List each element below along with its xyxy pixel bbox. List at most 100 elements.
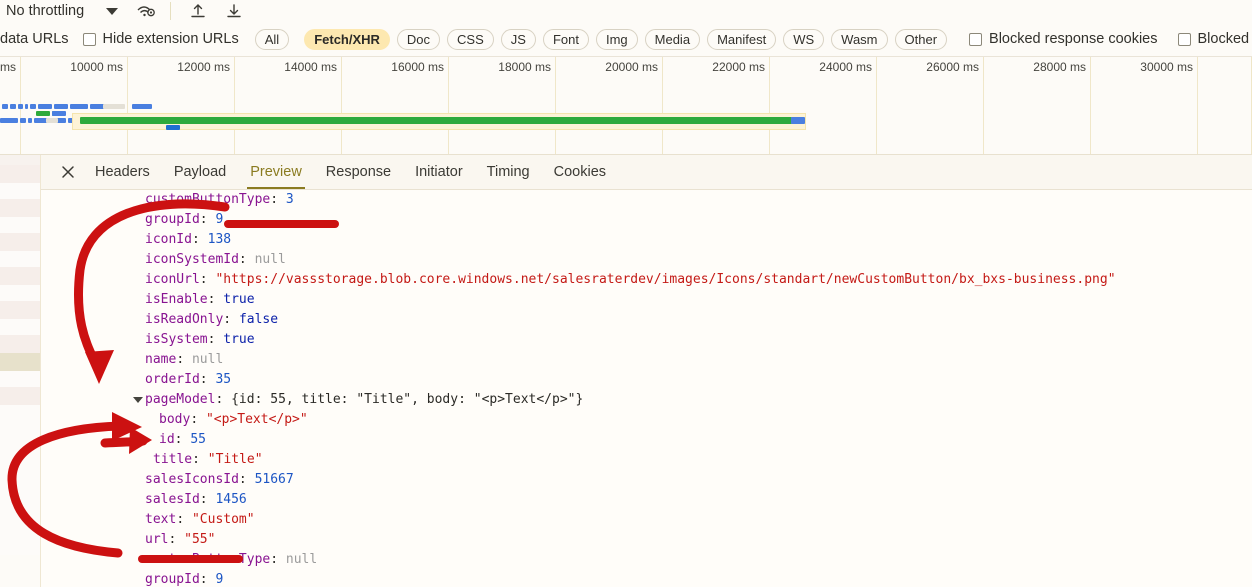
json-value: "Custom" xyxy=(191,512,255,527)
filter-pill-font[interactable]: Font xyxy=(542,28,589,50)
tab-headers[interactable]: Headers xyxy=(83,155,162,189)
checkbox-box[interactable] xyxy=(82,32,96,46)
json-property-row[interactable]: id: 55 xyxy=(41,430,1252,450)
hide-extension-urls-checkbox[interactable]: Hide extension URLs xyxy=(82,31,239,47)
chevron-down-icon[interactable] xyxy=(133,397,143,403)
tab-payload[interactable]: Payload xyxy=(162,155,238,189)
json-property-row[interactable]: name: null xyxy=(41,350,1252,370)
import-har-icon[interactable] xyxy=(189,2,207,20)
request-list-row[interactable] xyxy=(0,285,40,301)
filter-pill-css[interactable]: CSS xyxy=(447,28,494,50)
json-value: "https://vassstorage.blob.core.windows.n… xyxy=(215,272,1116,287)
timeline-tick-label: 30000 ms xyxy=(1140,60,1193,74)
json-property-row[interactable]: iconSystemId: null xyxy=(41,250,1252,270)
json-key: iconId xyxy=(145,232,192,247)
request-list-row[interactable] xyxy=(0,353,40,371)
json-property-row[interactable]: title: "Title" xyxy=(41,450,1252,470)
json-property-row[interactable]: isSystem: true xyxy=(41,330,1252,350)
json-property-row[interactable]: iconId: 138 xyxy=(41,230,1252,250)
request-list-row[interactable] xyxy=(0,371,40,387)
waterfall-gridline xyxy=(1090,81,1091,154)
filter-pill-wasm[interactable]: Wasm xyxy=(831,28,888,50)
json-property-row[interactable]: isEnable: true xyxy=(41,290,1252,310)
json-property-row[interactable]: iconUrl: "https://vassstorage.blob.core.… xyxy=(41,270,1252,290)
blocked-requests-checkbox[interactable]: Blocked requests xyxy=(1177,31,1252,47)
network-conditions-icon[interactable] xyxy=(136,3,156,19)
close-icon[interactable] xyxy=(53,165,83,179)
waterfall-request-bar xyxy=(10,104,16,109)
request-list-row[interactable] xyxy=(0,233,40,251)
json-key: groupId xyxy=(145,212,200,227)
json-property-row[interactable]: groupId: 9 xyxy=(41,210,1252,230)
waterfall-request-bar xyxy=(28,118,32,123)
request-list-row[interactable] xyxy=(0,183,40,199)
tab-initiator[interactable]: Initiator xyxy=(403,155,475,189)
json-key: title xyxy=(153,452,193,467)
filter-pill-ws[interactable]: WS xyxy=(783,28,825,50)
json-property-row[interactable]: text: "Custom" xyxy=(41,510,1252,530)
json-property-row[interactable]: orderId: 35 xyxy=(41,370,1252,390)
json-key: url xyxy=(145,532,169,547)
tab-preview[interactable]: Preview xyxy=(238,155,314,189)
chevron-down-icon[interactable] xyxy=(106,7,119,15)
timeline-ruler[interactable]: ms 10000 ms 12000 ms 14000 ms 16000 ms 18000 … xyxy=(0,57,1252,81)
timeline-tick-label: 14000 ms xyxy=(284,60,337,74)
json-colon: : xyxy=(192,452,208,467)
filter-pill-fetch-xhr[interactable]: Fetch/XHR xyxy=(304,28,390,50)
waterfall-gridline xyxy=(876,81,877,154)
network-overview-waterfall[interactable] xyxy=(0,81,1252,155)
json-key: customButtonType xyxy=(145,192,271,207)
json-property-row[interactable]: customButtonType: null xyxy=(41,550,1252,570)
json-property-row[interactable]: url: "55" xyxy=(41,530,1252,550)
tab-cookies[interactable]: Cookies xyxy=(542,155,618,189)
tab-timing[interactable]: Timing xyxy=(475,155,542,189)
waterfall-request-bar xyxy=(54,104,68,109)
waterfall-request-bar xyxy=(791,117,805,124)
request-list-row[interactable] xyxy=(0,155,40,165)
request-list-row[interactable] xyxy=(0,165,40,183)
json-value: 55 xyxy=(190,432,206,447)
request-list-row[interactable] xyxy=(0,319,40,335)
filter-pill-all[interactable]: All xyxy=(254,28,290,50)
json-property-row[interactable]: salesIconsId: 51667 xyxy=(41,470,1252,490)
json-property-row[interactable]: pageModel: {id: 55, title: "Title", body… xyxy=(41,390,1252,410)
json-colon: : xyxy=(270,192,286,207)
request-list-strip[interactable] xyxy=(0,155,41,587)
request-list-row[interactable] xyxy=(0,267,40,285)
filter-pill-img[interactable]: Img xyxy=(595,28,638,50)
json-preview-tree[interactable]: customButtonType: 3 groupId: 9 iconId: 138… xyxy=(41,190,1252,587)
tab-response[interactable]: Response xyxy=(314,155,403,189)
json-property-row[interactable]: isReadOnly: false xyxy=(41,310,1252,330)
timeline-tick: 14000 ms xyxy=(284,57,342,81)
json-property-row[interactable]: salesId: 1456 xyxy=(41,490,1252,510)
json-property-row[interactable]: body: "<p>Text</p>" xyxy=(41,410,1252,430)
timeline-tick: 18000 ms xyxy=(498,57,556,81)
devtools-network-panel: No throttling data URLs Hide extension U… xyxy=(0,0,1252,587)
request-list-row[interactable] xyxy=(0,335,40,353)
waterfall-gridline xyxy=(1197,81,1198,154)
blocked-response-cookies-checkbox[interactable]: Blocked response cookies xyxy=(969,31,1158,47)
filter-pill-media[interactable]: Media xyxy=(644,28,701,50)
checkbox-box[interactable] xyxy=(969,32,983,46)
json-value: null xyxy=(254,252,286,267)
timeline-tick: 12000 ms xyxy=(177,57,235,81)
request-list-row[interactable] xyxy=(0,199,40,217)
request-list-row[interactable] xyxy=(0,217,40,233)
request-list-row[interactable] xyxy=(0,405,40,555)
filter-pill-doc[interactable]: Doc xyxy=(396,28,441,50)
filter-pill-manifest[interactable]: Manifest xyxy=(707,28,777,50)
export-har-icon[interactable] xyxy=(225,2,243,20)
throttling-select[interactable]: No throttling xyxy=(6,3,84,19)
timeline-tick: 22000 ms xyxy=(712,57,770,81)
filter-pill-other[interactable]: Other xyxy=(894,28,948,50)
json-value: 51667 xyxy=(254,472,294,487)
json-property-row[interactable]: customButtonType: 3 xyxy=(41,190,1252,210)
request-list-row[interactable] xyxy=(0,301,40,319)
request-list-row[interactable] xyxy=(0,251,40,267)
timeline-tick-label: 20000 ms xyxy=(605,60,658,74)
json-property-row[interactable]: groupId: 9 xyxy=(41,570,1252,587)
checkbox-box[interactable] xyxy=(1177,32,1191,46)
request-list-row[interactable] xyxy=(0,387,40,405)
filter-pill-js[interactable]: JS xyxy=(500,28,536,50)
waterfall-request-bar xyxy=(18,104,23,109)
